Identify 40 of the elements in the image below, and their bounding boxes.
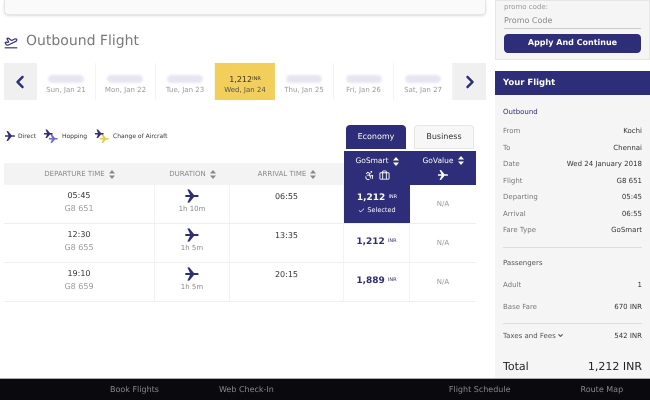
- total-value: 1,212 INR: [588, 358, 642, 374]
- panel-title: Your Flight: [503, 76, 556, 90]
- flight-number: G8 655: [64, 242, 94, 254]
- plane-icon: [437, 169, 449, 182]
- sort-icon: [392, 156, 399, 166]
- footer-link[interactable]: Flight Schedule: [448, 384, 511, 396]
- check-icon: [358, 207, 366, 214]
- next-button[interactable]: [453, 63, 486, 100]
- sort-icon: [458, 156, 464, 165]
- departure-time: 12:30: [67, 229, 91, 241]
- plane-icon: [184, 227, 200, 243]
- takeoff-icon: [4, 34, 18, 48]
- footer-link[interactable]: Web Check-In: [218, 384, 274, 396]
- plane-icon: [184, 266, 200, 282]
- sort-icon: [210, 170, 216, 178]
- two-planes-icon: [44, 129, 60, 143]
- previous-button[interactable]: [4, 63, 37, 100]
- footer-link[interactable]: Book Flights: [110, 384, 159, 396]
- flight-number: G8 659: [64, 281, 94, 293]
- departure-time: 05:45: [67, 190, 91, 202]
- apply-button[interactable]: Apply And Continue: [504, 34, 641, 53]
- arrival-time: 20:15: [274, 269, 298, 281]
- footer-link[interactable]: Route Map: [580, 384, 624, 396]
- departure-time: 19:10: [67, 268, 91, 280]
- sort-icon: [310, 170, 316, 178]
- plane-icon: [4, 130, 16, 142]
- two-planes-icon: [95, 129, 112, 143]
- cabin-tab[interactable]: Business: [414, 125, 474, 149]
- wheelchair-icon: [364, 170, 375, 181]
- cabin-tab[interactable]: Economy: [346, 125, 406, 149]
- promo-input[interactable]: Promo Code: [504, 14, 641, 29]
- plane-icon: [184, 188, 200, 204]
- flight-number: G8 651: [64, 203, 94, 215]
- total-label: Total: [503, 358, 529, 374]
- arrival-time: 13:35: [274, 230, 298, 242]
- sort-icon: [108, 170, 115, 178]
- arrival-time: 06:55: [274, 191, 298, 203]
- chevron-down-icon: [556, 332, 564, 339]
- section-title: Outbound Flight: [26, 32, 139, 51]
- briefcase-icon: [379, 170, 390, 181]
